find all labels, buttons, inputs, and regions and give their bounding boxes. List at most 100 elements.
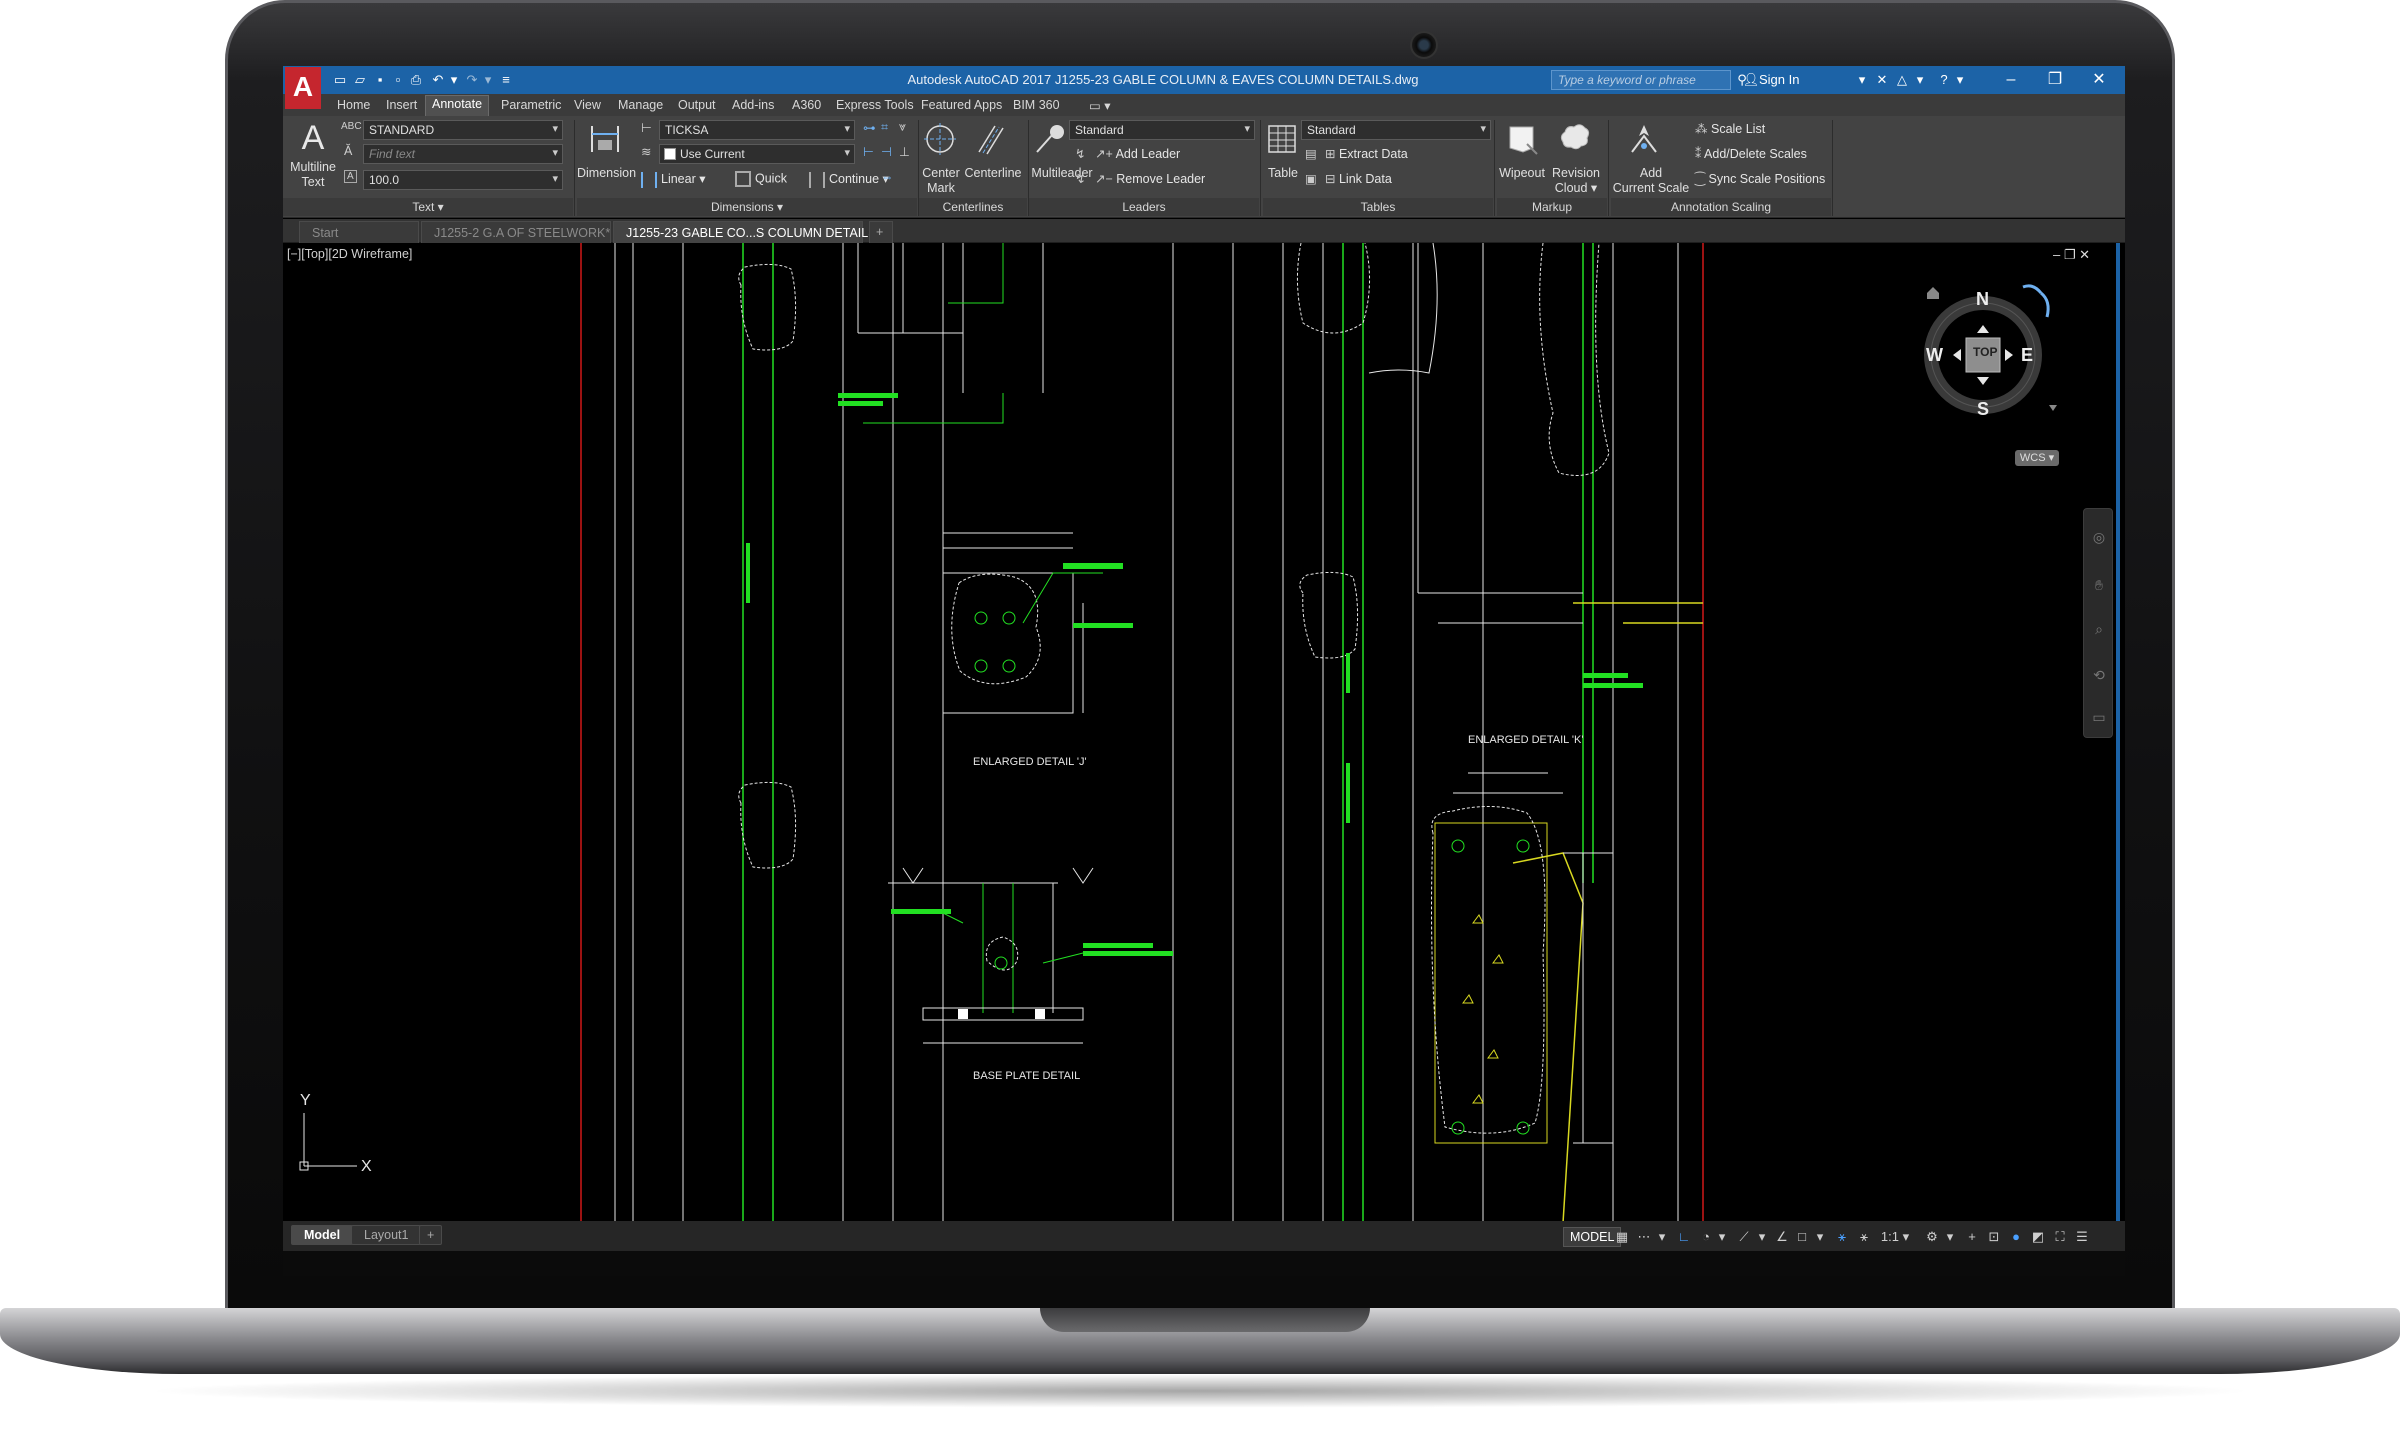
viewcube-west[interactable]: W xyxy=(1926,345,1943,366)
dimension-icon[interactable] xyxy=(588,122,622,156)
leader-style-select[interactable]: Standard xyxy=(1069,120,1255,140)
drawing-viewport[interactable]: ENLARGED DETAIL 'J' BASE PLATE DETAIL EN… xyxy=(283,243,2125,1221)
sync-scale-positions-button[interactable]: ⁐ Sync Scale Positions xyxy=(1695,171,1825,186)
tab-home[interactable]: Home xyxy=(331,97,376,113)
dim-update-icon[interactable]: ⊣ xyxy=(881,144,892,159)
center-mark-button[interactable]: Center Mark xyxy=(919,166,963,196)
sign-in-link[interactable]: Sign In xyxy=(1759,72,1799,87)
home-icon[interactable] xyxy=(1927,287,1939,299)
leader-collect-icon[interactable]: ↯ xyxy=(1075,171,1085,186)
multileader-icon[interactable] xyxy=(1033,122,1067,156)
add-leader-button[interactable]: ↗+ Add Leader xyxy=(1095,146,1180,161)
stay-connected-icon[interactable]: △ xyxy=(1893,71,1911,89)
revision-cloud-icon[interactable] xyxy=(1557,122,1591,156)
tab-add-ins[interactable]: Add-ins xyxy=(726,97,780,113)
doc-tab-steelwork[interactable]: J1255-2 G.A OF STEELWORK* xyxy=(421,221,611,243)
ortho-icon[interactable]: ∟ xyxy=(1675,1228,1693,1246)
tables-panel-title[interactable]: Tables xyxy=(1263,198,1493,216)
isodraft-icon[interactable]: ⟋ xyxy=(1735,1228,1753,1246)
revision-cloud-button[interactable]: Revision Cloud ▾ xyxy=(1549,166,1603,196)
table-button[interactable]: Table xyxy=(1263,166,1303,181)
ribbon-minimize-toggle[interactable]: ▭ ▾ xyxy=(1083,97,1117,114)
minimize-icon[interactable]: – xyxy=(1991,68,2031,92)
object-snap-tracking-icon[interactable]: ∠ xyxy=(1773,1228,1791,1246)
osnap-dropdown-icon[interactable]: ▾ xyxy=(1811,1228,1829,1246)
check-spelling-icon[interactable]: Ă xyxy=(344,144,352,158)
undo-dropdown-icon[interactable]: ▾ xyxy=(445,71,463,89)
viewcube-south[interactable]: S xyxy=(1977,399,1989,420)
zoom-extents-icon[interactable]: ⌕ xyxy=(2090,621,2108,639)
grid-icon[interactable]: ▦ xyxy=(1613,1228,1631,1246)
annotation-visibility-icon[interactable]: ⚹ xyxy=(1833,1228,1851,1246)
viewcube[interactable]: TOP N S E W xyxy=(1923,273,2073,423)
clean-screen-icon[interactable]: ⛶ xyxy=(2051,1228,2069,1246)
wipeout-icon[interactable] xyxy=(1505,122,1539,156)
snap-icon[interactable]: ⋯ xyxy=(1635,1228,1653,1246)
hardware-acceleration-icon[interactable]: ◩ xyxy=(2029,1228,2047,1246)
linear-dimension-button[interactable]: Linear ▾ xyxy=(641,171,706,188)
save-as-icon[interactable]: ▫ xyxy=(389,71,407,89)
annotation-scale-select[interactable]: 1:1 ▾ xyxy=(1877,1228,1913,1246)
plot-icon[interactable]: ⎙ xyxy=(407,71,425,89)
add-delete-scales-button[interactable]: ⁑ Add/Delete Scales xyxy=(1695,146,1807,161)
help-dropdown-icon[interactable]: ▾ xyxy=(1951,71,1969,89)
tab-view[interactable]: View xyxy=(568,97,607,113)
add-current-scale-button[interactable]: Add Current Scale xyxy=(1611,166,1691,196)
add-layout-icon[interactable]: + xyxy=(419,1225,443,1245)
scale-list-button[interactable]: ⁂ Scale List xyxy=(1695,121,1765,136)
find-text-input[interactable]: Find text xyxy=(363,144,563,164)
link-data-button[interactable]: ⊟ Link Data xyxy=(1325,171,1392,186)
tab-featured-apps[interactable]: Featured Apps xyxy=(915,97,1008,113)
wcs-menu[interactable]: WCS ▾ xyxy=(2015,450,2059,466)
new-tab-icon[interactable]: + xyxy=(869,221,893,243)
steering-wheel-icon[interactable]: ◎ xyxy=(2090,529,2108,547)
customization-menu-icon[interactable]: ☰ xyxy=(2073,1228,2091,1246)
save-icon[interactable]: ▪ xyxy=(371,71,389,89)
dim-inspect-icon[interactable]: ⩔ xyxy=(899,120,906,135)
units-icon[interactable]: ⊡ xyxy=(1985,1228,2003,1246)
open-icon[interactable]: ▱ xyxy=(351,71,369,89)
dim-oblique-icon[interactable]: ⊥ xyxy=(899,144,910,159)
object-snap-icon[interactable]: □ xyxy=(1793,1228,1811,1246)
extract-data-button[interactable]: ⊞ Extract Data xyxy=(1325,146,1408,161)
tab-manage[interactable]: Manage xyxy=(612,97,669,113)
centerline-button[interactable]: Centerline xyxy=(963,166,1023,181)
tab-a360[interactable]: A360 xyxy=(786,97,827,113)
search-input[interactable]: Type a keyword or phrase xyxy=(1551,70,1731,90)
dimension-style-select[interactable]: TICKSA xyxy=(659,120,855,140)
sign-in-dropdown-icon[interactable]: ▾ xyxy=(1853,71,1871,89)
workspace-dropdown-icon[interactable]: ▾ xyxy=(1941,1228,1959,1246)
quick-dimension-button[interactable]: Quick xyxy=(735,171,787,187)
workspace-gear-icon[interactable]: ⚙ xyxy=(1923,1228,1941,1246)
isolate-objects-icon[interactable]: ● xyxy=(2007,1228,2025,1246)
dimensions-panel-title[interactable]: Dimensions ▾ xyxy=(577,198,917,216)
model-tab[interactable]: Model xyxy=(291,1225,354,1245)
leader-align-icon[interactable]: ↯ xyxy=(1075,146,1085,161)
autocad-logo-button[interactable]: A xyxy=(285,67,321,109)
tab-insert[interactable]: Insert xyxy=(380,97,423,113)
text-panel-title[interactable]: Text ▾ xyxy=(283,198,573,216)
dim-reassociate-icon[interactable]: ⇔ xyxy=(881,170,894,184)
tab-output[interactable]: Output xyxy=(672,97,722,113)
snap-dropdown-icon[interactable]: ▾ xyxy=(1653,1228,1671,1246)
table-download-icon[interactable]: ▣ xyxy=(1305,171,1317,186)
isodraft-dropdown-icon[interactable]: ▾ xyxy=(1753,1228,1771,1246)
exchange-apps-icon[interactable]: ✕ xyxy=(1873,71,1891,89)
tab-parametric[interactable]: Parametric xyxy=(495,97,567,113)
dim-jog-icon[interactable]: ⊢ xyxy=(863,144,874,159)
dimension-layer-select[interactable]: Use Current xyxy=(659,144,855,164)
tab-express-tools[interactable]: Express Tools xyxy=(830,97,920,113)
text-style-select[interactable]: STANDARD xyxy=(363,120,563,140)
doc-tab-gable-column[interactable]: J1255-23 GABLE CO...S COLUMN DETAILS* xyxy=(613,221,881,243)
close-icon[interactable]: ✕ xyxy=(2079,68,2119,92)
multiline-text-button[interactable]: Multiline Text xyxy=(285,160,341,190)
tab-annotate[interactable]: Annotate xyxy=(425,95,490,116)
continue-dimension-button[interactable]: Continue ▾ xyxy=(809,171,889,188)
layout1-tab[interactable]: Layout1 xyxy=(351,1225,422,1245)
pan-icon[interactable]: ✋︎ xyxy=(2090,577,2108,595)
dim-space-icon[interactable]: ⊶ xyxy=(863,120,876,135)
text-height-select[interactable]: 100.0 xyxy=(363,170,563,190)
connected-dropdown-icon[interactable]: ▾ xyxy=(1911,71,1929,89)
multiline-text-icon[interactable]: A xyxy=(291,120,335,156)
redo-dropdown-icon[interactable]: ▾ xyxy=(479,71,497,89)
